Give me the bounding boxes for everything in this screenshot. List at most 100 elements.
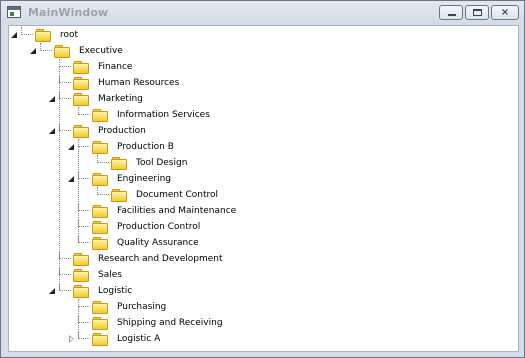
tree-item-production-b[interactable]: Production B xyxy=(66,139,174,155)
tree-item-label: Marketing xyxy=(98,94,143,104)
tree-item-label: Research and Development xyxy=(98,254,223,264)
tree-connector xyxy=(97,155,109,163)
folder-icon xyxy=(111,156,127,170)
tree-item-root[interactable]: root xyxy=(9,27,78,43)
expanded-arrow-icon[interactable] xyxy=(9,30,19,40)
tree-item-logistic[interactable]: Logistic xyxy=(47,283,132,299)
tree-connector xyxy=(78,235,90,243)
tree-item-production-control[interactable]: Production Control xyxy=(66,219,200,235)
tree-item-label: Sales xyxy=(98,270,122,280)
tree-item-research-and-development[interactable]: Research and Development xyxy=(47,251,223,267)
tree-item-quality-assurance[interactable]: Quality Assurance xyxy=(66,235,199,251)
tree-item-label: Tool Design xyxy=(136,158,188,168)
main-window: MainWindow × root Executive Finance Human R… xyxy=(0,0,525,358)
tree-item-information-services[interactable]: Information Services xyxy=(66,107,210,123)
expanded-arrow-icon[interactable] xyxy=(47,126,57,136)
tree-connector xyxy=(21,27,33,35)
close-button[interactable]: × xyxy=(491,5,519,20)
tree-item-engineering[interactable]: Engineering xyxy=(66,171,171,187)
tree-connector xyxy=(59,59,71,67)
tree-connector xyxy=(78,219,90,227)
folder-icon xyxy=(73,124,89,138)
tree-connector xyxy=(78,203,90,211)
tree-item-label: Executive xyxy=(79,46,123,56)
maximize-button[interactable] xyxy=(465,5,489,20)
expanded-arrow-icon[interactable] xyxy=(47,286,57,296)
tree-item-label: Shipping and Receiving xyxy=(117,318,223,328)
tree-item-sales[interactable]: Sales xyxy=(47,267,122,283)
tree-connector xyxy=(59,283,71,291)
tree-item-logistic-a[interactable]: Logistic A xyxy=(66,331,160,347)
caption-buttons: × xyxy=(439,5,519,20)
tree-connector xyxy=(59,91,71,99)
minimize-button[interactable] xyxy=(439,5,463,20)
tree-item-label: Facilities and Maintenance xyxy=(117,206,237,216)
close-icon: × xyxy=(500,7,510,18)
tree-connector xyxy=(78,331,90,339)
folder-icon xyxy=(111,188,127,202)
tree-item-label: Logistic xyxy=(98,286,133,296)
folder-icon xyxy=(92,220,108,234)
tree-item-tool-design[interactable]: Tool Design xyxy=(85,155,187,171)
folder-icon xyxy=(92,108,108,122)
expanded-arrow-icon[interactable] xyxy=(66,174,76,184)
collapsed-arrow-icon[interactable] xyxy=(66,334,76,344)
tree-connector xyxy=(78,171,90,179)
folder-icon xyxy=(92,316,108,330)
tree-item-production[interactable]: Production xyxy=(47,123,146,139)
tree-connector xyxy=(78,299,90,307)
tree-connector xyxy=(59,123,71,131)
tree-connector xyxy=(59,75,71,83)
folder-icon xyxy=(92,332,108,346)
tree-item-shipping-and-receiving[interactable]: Shipping and Receiving xyxy=(66,315,223,331)
tree-item-facilities-and-maintenance[interactable]: Facilities and Maintenance xyxy=(66,203,236,219)
tree-connector xyxy=(59,267,71,275)
folder-icon xyxy=(92,172,108,186)
tree-item-finance[interactable]: Finance xyxy=(47,59,132,75)
tree-item-label: Production Control xyxy=(117,222,201,232)
tree-item-label: root xyxy=(60,30,79,40)
folder-icon xyxy=(73,268,89,282)
tree-item-human-resources[interactable]: Human Resources xyxy=(47,75,179,91)
tree-item-marketing[interactable]: Marketing xyxy=(47,91,143,107)
tree-item-label: Human Resources xyxy=(98,78,180,88)
tree-connector xyxy=(78,315,90,323)
tree-view[interactable]: root Executive Finance Human Resources Marke… xyxy=(8,25,519,352)
folder-icon xyxy=(73,252,89,266)
tree-item-label: Document Control xyxy=(136,190,219,200)
tree-item-label: Information Services xyxy=(117,110,210,120)
folder-icon xyxy=(92,204,108,218)
tree-item-document-control[interactable]: Document Control xyxy=(85,187,218,203)
tree-item-purchasing[interactable]: Purchasing xyxy=(66,299,166,315)
folder-icon xyxy=(73,76,89,90)
maximize-icon xyxy=(466,6,488,19)
tree-item-label: Logistic A xyxy=(117,334,161,344)
folder-icon xyxy=(92,300,108,314)
title-bar[interactable]: MainWindow × xyxy=(1,1,524,25)
tree-item-executive[interactable]: Executive xyxy=(28,43,123,59)
tree-connector xyxy=(78,139,90,147)
expanded-arrow-icon[interactable] xyxy=(47,94,57,104)
minimize-icon xyxy=(440,6,462,19)
folder-icon xyxy=(73,92,89,106)
tree-item-label: Quality Assurance xyxy=(117,238,199,248)
folder-icon xyxy=(73,60,89,74)
folder-icon xyxy=(35,28,51,42)
folder-icon xyxy=(73,284,89,298)
tree-item-label: Finance xyxy=(98,62,133,72)
expanded-arrow-icon[interactable] xyxy=(28,46,38,56)
expanded-arrow-icon[interactable] xyxy=(66,142,76,152)
tree-connector xyxy=(78,107,90,115)
tree-connector xyxy=(97,187,109,195)
